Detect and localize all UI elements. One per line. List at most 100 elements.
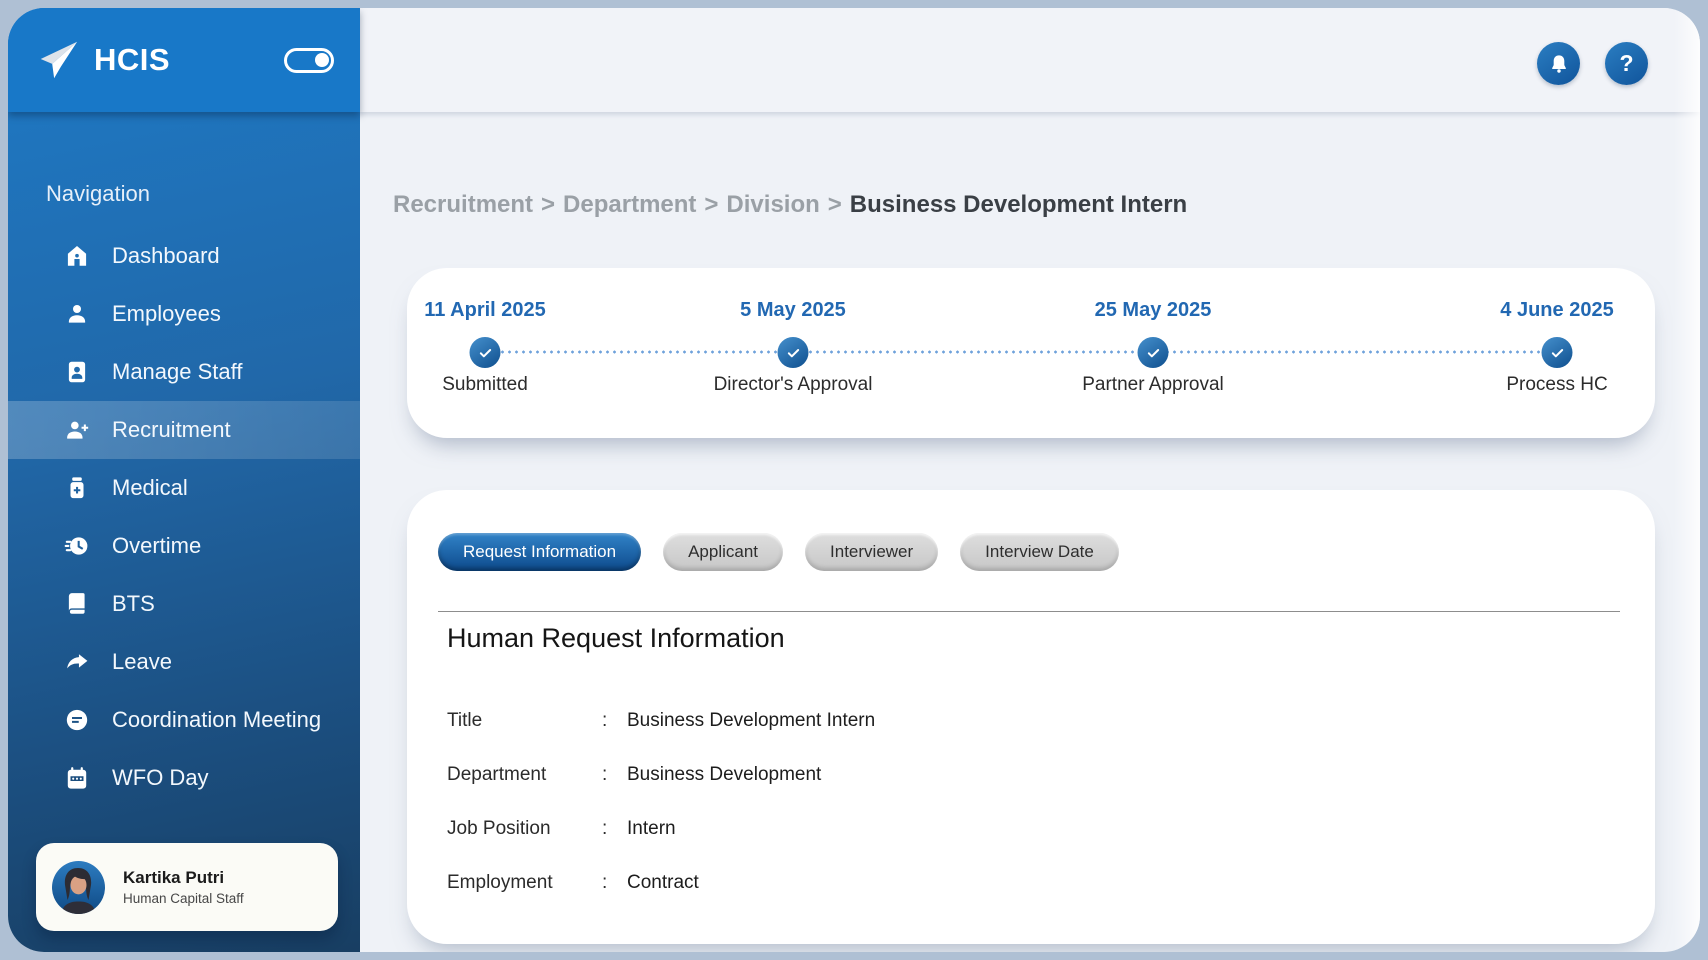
tab-label: Applicant <box>688 542 758 562</box>
breadcrumb-department[interactable]: Department <box>563 191 696 218</box>
step-status-circle <box>778 337 809 368</box>
home-icon <box>64 243 90 269</box>
sidebar-item-label: Employees <box>112 301 221 327</box>
tab-label: Interview Date <box>985 542 1094 562</box>
sidebar-item-label: Manage Staff <box>112 359 242 385</box>
field-row-department: Department : Business Development <box>447 764 1595 818</box>
badge-icon <box>64 359 90 385</box>
step-label: Director's Approval <box>673 374 913 396</box>
step-date: 4 June 2025 <box>1437 299 1677 322</box>
sidebar-toggle[interactable] <box>284 48 334 73</box>
breadcrumb-current: Business Development Intern <box>850 191 1187 218</box>
logo-paper-plane-icon <box>34 37 80 83</box>
app-window: HCIS Navigation Dashboard Employees <box>8 8 1700 952</box>
sidebar-item-label: BTS <box>112 591 155 617</box>
calendar-icon <box>64 765 90 791</box>
request-detail-card: Request Information Applicant Interviewe… <box>407 490 1655 944</box>
tab-label: Request Information <box>463 542 616 562</box>
step-date: 5 May 2025 <box>673 299 913 322</box>
sidebar-item-label: WFO Day <box>112 765 209 791</box>
field-label: Department <box>447 764 602 786</box>
step-label: Partner Approval <box>1033 374 1273 396</box>
main-area: ? Recruitment>Department>Division>Busine… <box>360 8 1700 952</box>
notifications-button[interactable] <box>1537 42 1580 85</box>
step-date: 25 May 2025 <box>1033 299 1273 322</box>
sidebar-nav: Navigation Dashboard Employees Manage St <box>8 181 360 807</box>
sidebar-item-label: Leave <box>112 649 172 675</box>
sidebar-item-leave[interactable]: Leave <box>8 633 360 691</box>
field-label: Employment <box>447 872 602 894</box>
tab-applicant[interactable]: Applicant <box>663 533 783 571</box>
sidebar-item-bts[interactable]: BTS <box>8 575 360 633</box>
avatar <box>52 861 105 914</box>
tab-interviewer[interactable]: Interviewer <box>805 533 938 571</box>
profile-role: Human Capital Staff <box>123 891 244 906</box>
field-value: Intern <box>627 818 676 840</box>
breadcrumb-separator: > <box>828 191 842 218</box>
timeline-connector <box>485 350 1557 354</box>
field-separator: : <box>602 710 627 732</box>
clock-fast-icon <box>64 533 90 559</box>
check-icon <box>1145 345 1161 361</box>
field-label: Job Position <box>447 818 602 840</box>
step-label: Process HC <box>1437 374 1677 396</box>
sidebar-item-employees[interactable]: Employees <box>8 285 360 343</box>
check-icon <box>785 345 801 361</box>
tabs: Request Information Applicant Interviewe… <box>438 533 1119 571</box>
step-date: 11 April 2025 <box>365 299 605 322</box>
person-icon <box>64 301 90 327</box>
sidebar-item-overtime[interactable]: Overtime <box>8 517 360 575</box>
sidebar-item-label: Coordination Meeting <box>112 707 321 733</box>
sidebar-item-label: Overtime <box>112 533 201 559</box>
app-title: HCIS <box>94 42 170 78</box>
page: { "app": { "name": "HCIS" }, "topbar": {… <box>0 0 1708 960</box>
timeline-step-submitted: 11 April 2025 Submitted <box>365 268 605 438</box>
field-separator: : <box>602 818 627 840</box>
field-separator: : <box>602 872 627 894</box>
tab-label: Interviewer <box>830 542 913 562</box>
person-add-icon <box>64 417 90 443</box>
sidebar-item-label: Medical <box>112 475 188 501</box>
breadcrumb: Recruitment>Department>Division>Business… <box>393 191 1187 219</box>
profile-info: Kartika Putri Human Capital Staff <box>123 868 244 906</box>
check-icon <box>477 345 493 361</box>
sidebar-item-medical[interactable]: Medical <box>8 459 360 517</box>
timeline-step-director-approval: 5 May 2025 Director's Approval <box>673 268 913 438</box>
step-status-circle <box>470 337 501 368</box>
tabs-divider <box>438 611 1620 612</box>
field-value: Business Development <box>627 764 821 786</box>
breadcrumb-recruitment[interactable]: Recruitment <box>393 191 533 218</box>
toggle-knob <box>315 53 329 67</box>
sidebar-header: HCIS <box>8 8 360 112</box>
help-button[interactable]: ? <box>1605 42 1648 85</box>
sidebar-item-recruitment[interactable]: Recruitment <box>8 401 360 459</box>
tab-interview-date[interactable]: Interview Date <box>960 533 1119 571</box>
section-heading: Human Request Information <box>447 623 785 654</box>
check-icon <box>1549 345 1565 361</box>
field-label: Title <box>447 710 602 732</box>
step-label: Submitted <box>365 374 605 396</box>
sidebar: HCIS Navigation Dashboard Employees <box>8 8 360 952</box>
field-value: Business Development Intern <box>627 710 875 732</box>
question-mark-icon: ? <box>1619 50 1633 77</box>
field-row-title: Title : Business Development Intern <box>447 710 1595 764</box>
sidebar-item-dashboard[interactable]: Dashboard <box>8 227 360 285</box>
sidebar-item-wfo-day[interactable]: WFO Day <box>8 749 360 807</box>
approval-timeline-card: 11 April 2025 Submitted 5 May 2025 Direc… <box>407 268 1655 438</box>
field-row-employment: Employment : Contract <box>447 872 1595 926</box>
step-status-circle <box>1138 337 1169 368</box>
profile-name: Kartika Putri <box>123 868 244 888</box>
field-value: Contract <box>627 872 699 894</box>
sidebar-item-manage-staff[interactable]: Manage Staff <box>8 343 360 401</box>
breadcrumb-separator: > <box>541 191 555 218</box>
field-row-job-position: Job Position : Intern <box>447 818 1595 872</box>
sidebar-item-label: Dashboard <box>112 243 220 269</box>
breadcrumb-division[interactable]: Division <box>726 191 819 218</box>
tab-request-information[interactable]: Request Information <box>438 533 641 571</box>
profile-card[interactable]: Kartika Putri Human Capital Staff <box>36 843 338 931</box>
forward-arrow-icon <box>64 649 90 675</box>
medicine-bottle-icon <box>64 475 90 501</box>
sidebar-item-coordination-meeting[interactable]: Coordination Meeting <box>8 691 360 749</box>
book-icon <box>64 591 90 617</box>
field-separator: : <box>602 764 627 786</box>
